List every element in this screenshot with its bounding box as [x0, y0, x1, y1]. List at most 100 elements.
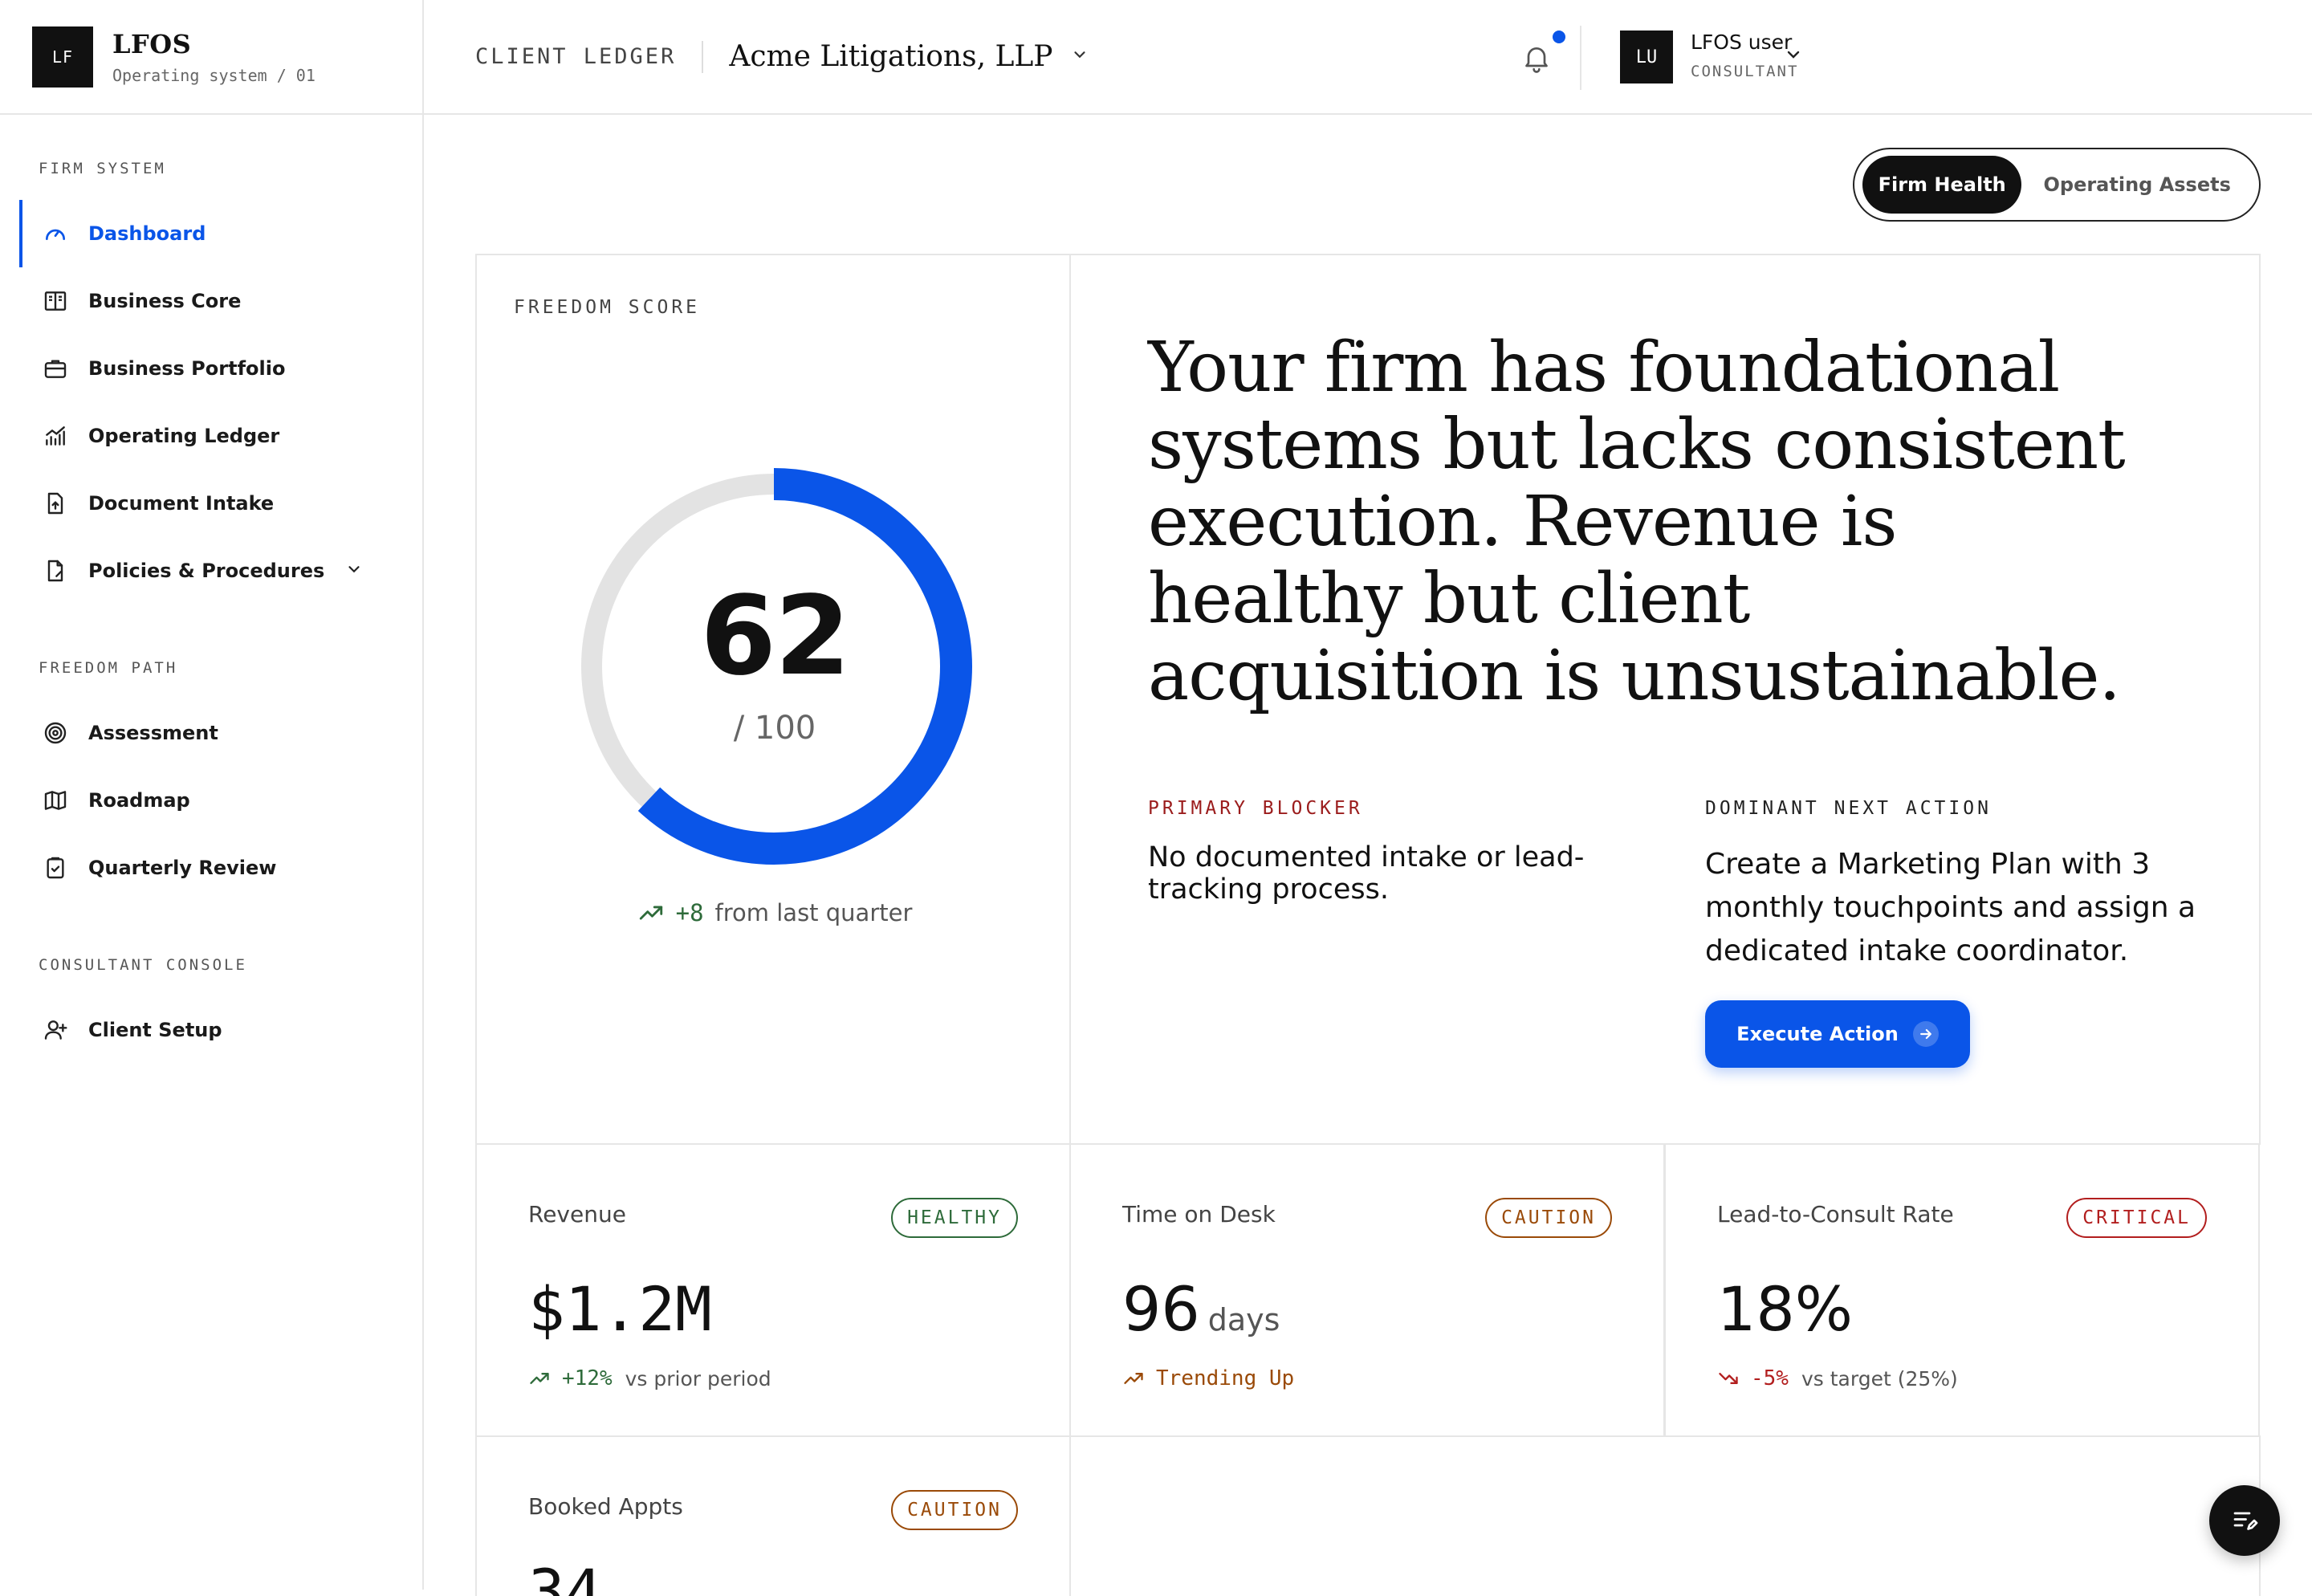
- bell-icon[interactable]: [1520, 40, 1553, 75]
- tab-operating-assets[interactable]: Operating Assets: [2021, 156, 2253, 214]
- quick-actions-button[interactable]: [2209, 1485, 2280, 1556]
- user-role: CONSULTANT: [1691, 63, 1799, 80]
- primary-blocker-label: PRIMARY BLOCKER: [1148, 798, 1363, 819]
- book-icon: [42, 287, 69, 315]
- trending-up-icon: [1122, 1367, 1145, 1390]
- list-edit-icon: [2230, 1506, 2259, 1535]
- metric-card-booked-appts[interactable]: Booked Appts CAUTION 34: [475, 1435, 1071, 1596]
- nav-section-freedom-path: FREEDOM PATH Assessment Roadmap Quarterl…: [0, 605, 422, 902]
- metric-trend-value: +12%: [562, 1366, 613, 1390]
- metric-card-time-on-desk[interactable]: Time on Desk CAUTION 96 days Trending Up: [1069, 1143, 1665, 1437]
- score-delta-value: +8: [675, 899, 704, 926]
- status-badge: CAUTION: [891, 1490, 1018, 1530]
- score-delta-text: from last quarter: [714, 899, 913, 926]
- metric-trend-value: Trending Up: [1156, 1366, 1295, 1390]
- sidebar-item-roadmap[interactable]: Roadmap: [0, 767, 422, 834]
- client-selector[interactable]: Acme Litigations, LLP: [729, 40, 1052, 73]
- chart-icon: [42, 422, 69, 450]
- sidebar-item-dashboard[interactable]: Dashboard: [0, 200, 422, 267]
- sidebar-item-label: Business Core: [88, 290, 242, 312]
- insight-headline: Your firm has foundational systems but l…: [1148, 328, 2126, 716]
- metric-trend: -5% vs target (25%): [1717, 1366, 1958, 1390]
- metric-trend: +12% vs prior period: [528, 1366, 771, 1390]
- document-icon: [42, 557, 69, 584]
- metric-value: $1.2M: [528, 1273, 712, 1345]
- metric-trend: Trending Up: [1122, 1366, 1294, 1390]
- next-action-label: DOMINANT NEXT ACTION: [1705, 798, 1992, 819]
- trending-down-icon: [1717, 1367, 1740, 1390]
- metric-trend-note: vs target (25%): [1801, 1366, 1958, 1390]
- sidebar-item-label: Document Intake: [88, 492, 275, 515]
- user-name[interactable]: LFOS user: [1691, 31, 1792, 54]
- score-eyebrow: FREEDOM SCORE: [514, 297, 701, 318]
- metric-unit: days: [1207, 1302, 1280, 1337]
- sidebar-item-label: Client Setup: [88, 1019, 222, 1041]
- sidebar-item-label: Quarterly Review: [88, 857, 277, 879]
- metric-value: 34: [528, 1556, 602, 1596]
- sidebar-item-assessment[interactable]: Assessment: [0, 699, 422, 767]
- user-plus-icon: [42, 1016, 69, 1044]
- brand-name: LFOS: [112, 28, 192, 59]
- nav-heading: CONSULTANT CONSOLE: [39, 956, 247, 974]
- nav-section-consultant-console: CONSULTANT CONSOLE Client Setup: [0, 902, 422, 1064]
- tab-firm-health[interactable]: Firm Health: [1862, 156, 2022, 214]
- nav-heading: FREEDOM PATH: [39, 659, 178, 677]
- top-bar: CLIENT LEDGER Acme Litigations, LLP: [424, 0, 2312, 115]
- sidebar-item-label: Dashboard: [88, 222, 206, 245]
- metric-card-lead-to-consult[interactable]: Lead-to-Consult Rate CRITICAL 18% -5% vs…: [1664, 1143, 2260, 1437]
- breadcrumb-label: CLIENT LEDGER: [475, 44, 677, 69]
- sidebar-item-policies[interactable]: Policies & Procedures: [0, 537, 422, 605]
- sidebar: LF LFOS Operating system / 01 FIRM SYSTE…: [0, 0, 424, 1590]
- metric-card-revenue[interactable]: Revenue HEALTHY $1.2M +12% vs prior peri…: [475, 1143, 1071, 1437]
- sidebar-item-operating-ledger[interactable]: Operating Ledger: [0, 402, 422, 470]
- chevron-down-icon[interactable]: [345, 560, 363, 582]
- metric-trend-note: vs prior period: [625, 1366, 771, 1390]
- nav-section-firm-system: FIRM SYSTEM Dashboard Business Core Busi…: [0, 115, 422, 605]
- target-icon: [42, 719, 69, 747]
- file-upload-icon: [42, 490, 69, 517]
- empty-card-slot: [1069, 1435, 2261, 1596]
- trending-up-icon: [528, 1367, 551, 1390]
- header-divider: [1580, 26, 1581, 90]
- metric-label: Lead-to-Consult Rate: [1717, 1201, 1954, 1228]
- map-icon: [42, 787, 69, 814]
- sidebar-item-label: Policies & Procedures: [88, 560, 325, 582]
- metric-label: Booked Appts: [528, 1493, 683, 1520]
- sidebar-item-label: Assessment: [88, 722, 218, 744]
- sidebar-item-quarterly-review[interactable]: Quarterly Review: [0, 834, 422, 902]
- sidebar-item-label: Roadmap: [88, 789, 190, 812]
- score-value: 62: [700, 573, 850, 700]
- gauge-icon: [42, 220, 69, 247]
- metric-label: Time on Desk: [1122, 1201, 1276, 1228]
- sidebar-item-business-portfolio[interactable]: Business Portfolio: [0, 335, 422, 402]
- next-action-text: Create a Marketing Plan with 3 monthly t…: [1705, 848, 2196, 967]
- view-toggle: Firm Health Operating Assets: [1853, 148, 2261, 222]
- clipboard-icon: [42, 854, 69, 881]
- score-delta: +8 from last quarter: [477, 899, 1073, 926]
- sidebar-item-document-intake[interactable]: Document Intake: [0, 470, 422, 537]
- nav-heading: FIRM SYSTEM: [39, 160, 166, 177]
- avatar[interactable]: LU: [1620, 31, 1673, 83]
- brand-logo: LF: [32, 26, 93, 88]
- chevron-down-icon[interactable]: [1071, 46, 1089, 67]
- sidebar-item-business-core[interactable]: Business Core: [0, 267, 422, 335]
- arrow-right-icon: [1912, 1021, 1939, 1047]
- metric-trend-value: -5%: [1751, 1366, 1789, 1390]
- metric-value: 18%: [1717, 1273, 1853, 1345]
- insight-panel: Your firm has foundational systems but l…: [1069, 254, 2261, 1145]
- breadcrumb-divider: [702, 40, 704, 73]
- brand[interactable]: LF LFOS Operating system / 01: [0, 0, 422, 115]
- status-badge: HEALTHY: [891, 1198, 1018, 1238]
- sidebar-item-client-setup[interactable]: Client Setup: [0, 996, 422, 1064]
- sidebar-item-label: Operating Ledger: [88, 425, 280, 447]
- chevron-down-icon[interactable]: [1784, 45, 1803, 68]
- metric-label: Revenue: [528, 1201, 626, 1228]
- execute-action-button[interactable]: Execute Action: [1705, 1000, 1970, 1068]
- trending-up-icon: [637, 899, 665, 926]
- brand-subtitle: Operating system / 01: [112, 65, 315, 85]
- status-badge: CRITICAL: [2066, 1198, 2207, 1238]
- briefcase-icon: [42, 355, 69, 382]
- metric-value: 96 days: [1122, 1273, 1280, 1345]
- status-badge: CAUTION: [1485, 1198, 1612, 1238]
- metric-value-number: 96: [1122, 1273, 1200, 1345]
